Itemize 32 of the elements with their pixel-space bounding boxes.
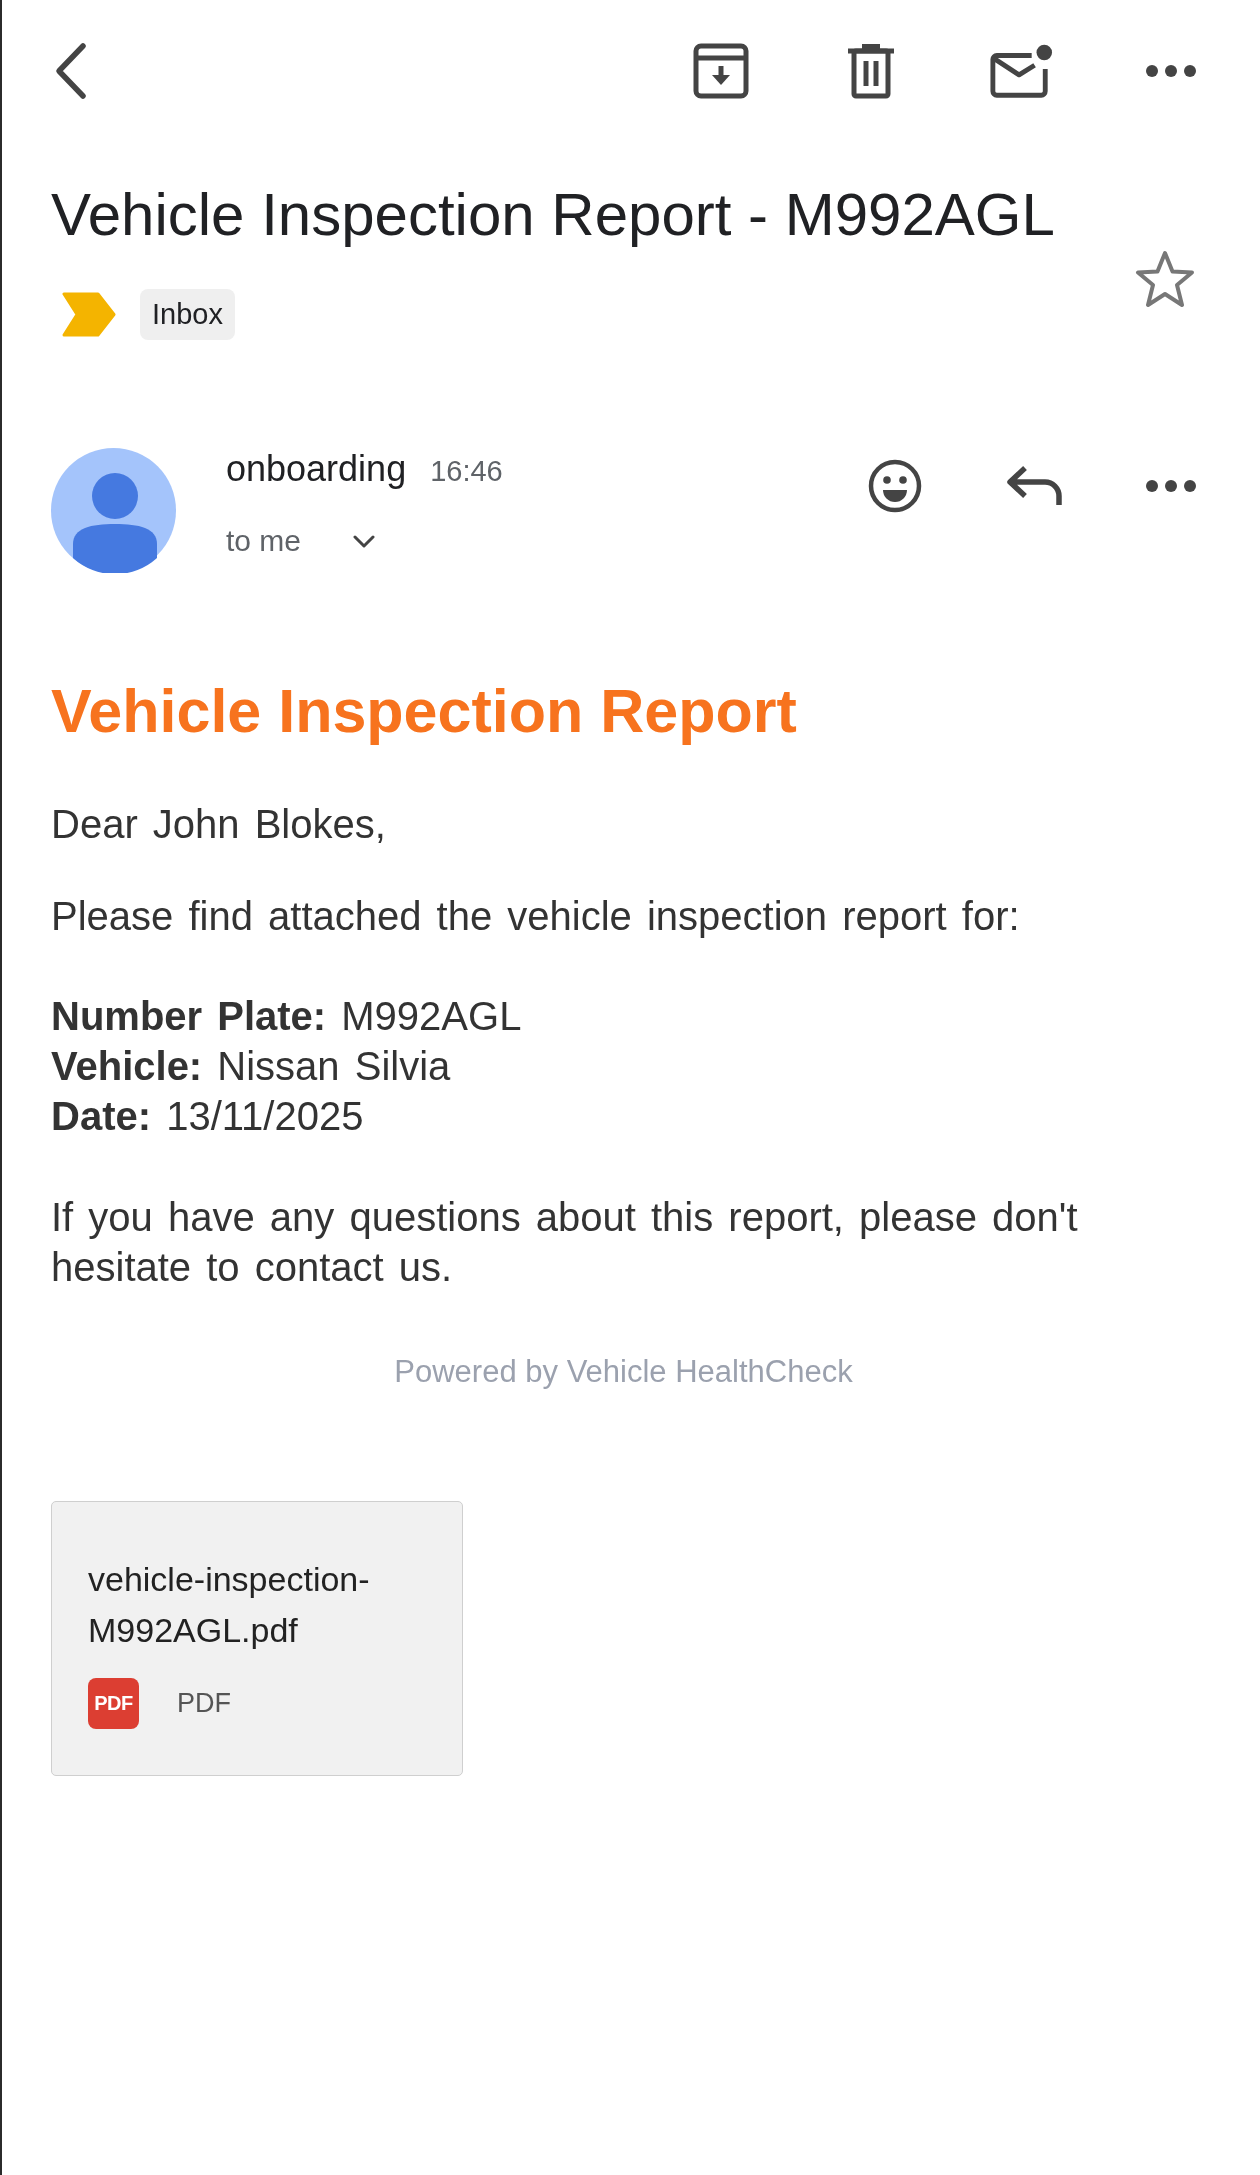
message-time: 16:46 — [430, 454, 503, 489]
reply-icon — [1005, 465, 1063, 507]
attachment-name: vehicle-inspection-M992AGL.pdf — [88, 1559, 371, 1651]
detail-line: Number Plate: M992AGL — [51, 993, 523, 1040]
reply-button[interactable] — [1005, 465, 1063, 507]
attachment-type: PDF — [177, 1688, 231, 1719]
smiley-icon — [868, 459, 922, 513]
react-button[interactable] — [868, 459, 922, 513]
sender-name: onboarding — [226, 448, 407, 490]
pdf-file-icon: PDF — [88, 1678, 139, 1729]
more-button[interactable] — [1146, 480, 1196, 492]
closing-text: If you have any questions about this report, please don't hesitate to contact us. — [51, 1194, 1079, 1291]
greeting-text: Dear John Blokes, — [51, 801, 387, 848]
envelope-dot-icon — [989, 43, 1053, 99]
powered-by-text: Powered by Vehicle HealthCheck — [394, 1353, 853, 1391]
detail-line: Date: 13/11/2025 — [51, 1093, 365, 1140]
report-heading: Vehicle Inspection Report — [51, 676, 798, 746]
intro-text: Please find attached the vehicle inspection report for: — [51, 893, 1021, 940]
detail-line: Vehicle: Nissan Silvia — [51, 1043, 452, 1090]
attachment-card[interactable]: vehicle-inspection-M992AGL.pdf PDF PDF — [51, 1501, 463, 1776]
star-icon[interactable] — [1134, 250, 1196, 310]
importance-marker-icon[interactable] — [62, 292, 116, 337]
trash-icon — [847, 43, 895, 99]
archive-icon — [693, 43, 749, 99]
more-icon — [1146, 480, 1196, 492]
back-icon — [53, 42, 87, 100]
avatar-icon — [51, 448, 176, 573]
chevron-down-icon — [353, 534, 376, 548]
recipient-toggle[interactable]: to me — [226, 520, 376, 562]
label-chip: Inbox — [140, 289, 235, 340]
more-icon — [1146, 65, 1196, 77]
email-subject: Vehicle Inspection Report - M992AGL — [51, 180, 1056, 250]
